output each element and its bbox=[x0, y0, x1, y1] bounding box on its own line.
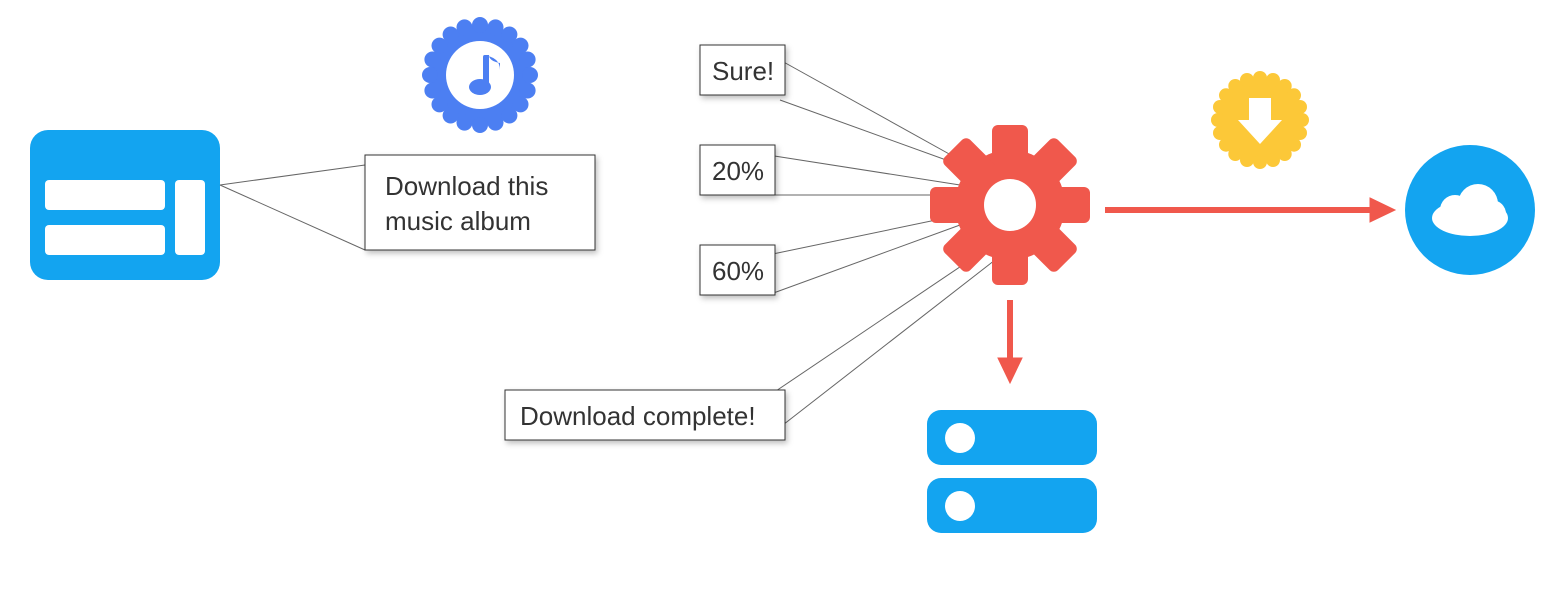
connector-line bbox=[770, 260, 995, 435]
connector-line bbox=[220, 185, 365, 250]
arrow-down bbox=[998, 300, 1022, 383]
client-window-icon bbox=[30, 130, 220, 280]
response-bubble-60: 60% bbox=[700, 245, 775, 295]
architecture-diagram: Download this music album Sure! 20% 60% … bbox=[0, 0, 1550, 600]
response-60-text: 60% bbox=[712, 256, 764, 286]
response-bubble-20: 20% bbox=[700, 145, 775, 195]
response-20-text: 20% bbox=[712, 156, 764, 186]
request-speech-bubble: Download this music album bbox=[365, 155, 595, 250]
storage-server-icon bbox=[927, 410, 1097, 533]
connector-line bbox=[220, 165, 365, 185]
music-badge-icon bbox=[422, 17, 538, 133]
response-sure-text: Sure! bbox=[712, 56, 774, 86]
connector-line bbox=[768, 155, 960, 185]
response-bubble-done: Download complete! bbox=[505, 390, 785, 440]
download-badge-icon bbox=[1211, 71, 1309, 169]
cloud-icon bbox=[1405, 145, 1535, 275]
response-done-text: Download complete! bbox=[520, 401, 756, 431]
response-bubble-sure: Sure! bbox=[700, 45, 785, 95]
gear-icon bbox=[930, 125, 1090, 285]
connector-line bbox=[770, 250, 985, 395]
arrow-right bbox=[1105, 198, 1395, 222]
